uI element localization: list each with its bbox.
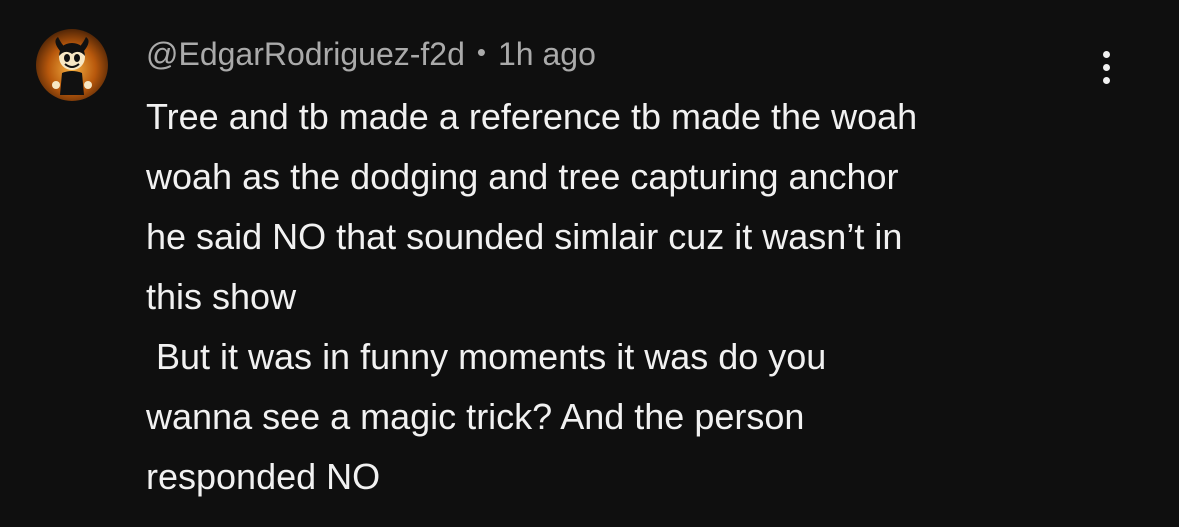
comment-line: wanna see a magic trick? And the person	[146, 396, 805, 437]
comment-line: But it was in funny moments it was do yo…	[146, 336, 827, 377]
comment-line: he said NO that sounded simlair cuz it w…	[146, 216, 903, 257]
more-vertical-icon-dot	[1102, 76, 1110, 84]
comment-line: woah as the dodging and tree capturing a…	[146, 156, 899, 197]
comment-thread-item: @EdgarRodriguez-f2d • 1h ago Tree and tb…	[0, 0, 1179, 527]
comment-header: @EdgarRodriguez-f2d • 1h ago	[146, 32, 596, 76]
comment-line: Tree and tb made a reference tb made the…	[146, 96, 918, 137]
cartoon-character-avatar-icon	[36, 29, 108, 101]
timestamp[interactable]: 1h ago	[498, 36, 596, 73]
comment-text: Tree and tb made a reference tb made the…	[146, 87, 1106, 507]
more-vertical-icon-dot	[1102, 63, 1110, 71]
more-options-button[interactable]	[1086, 44, 1126, 90]
more-vertical-icon	[1102, 50, 1110, 58]
separator-dot: •	[476, 36, 486, 67]
author-name[interactable]: @EdgarRodriguez-f2d	[146, 36, 465, 73]
comment-line: this show	[146, 276, 297, 317]
avatar[interactable]	[36, 29, 108, 101]
comment-line: responded NO	[146, 456, 381, 497]
